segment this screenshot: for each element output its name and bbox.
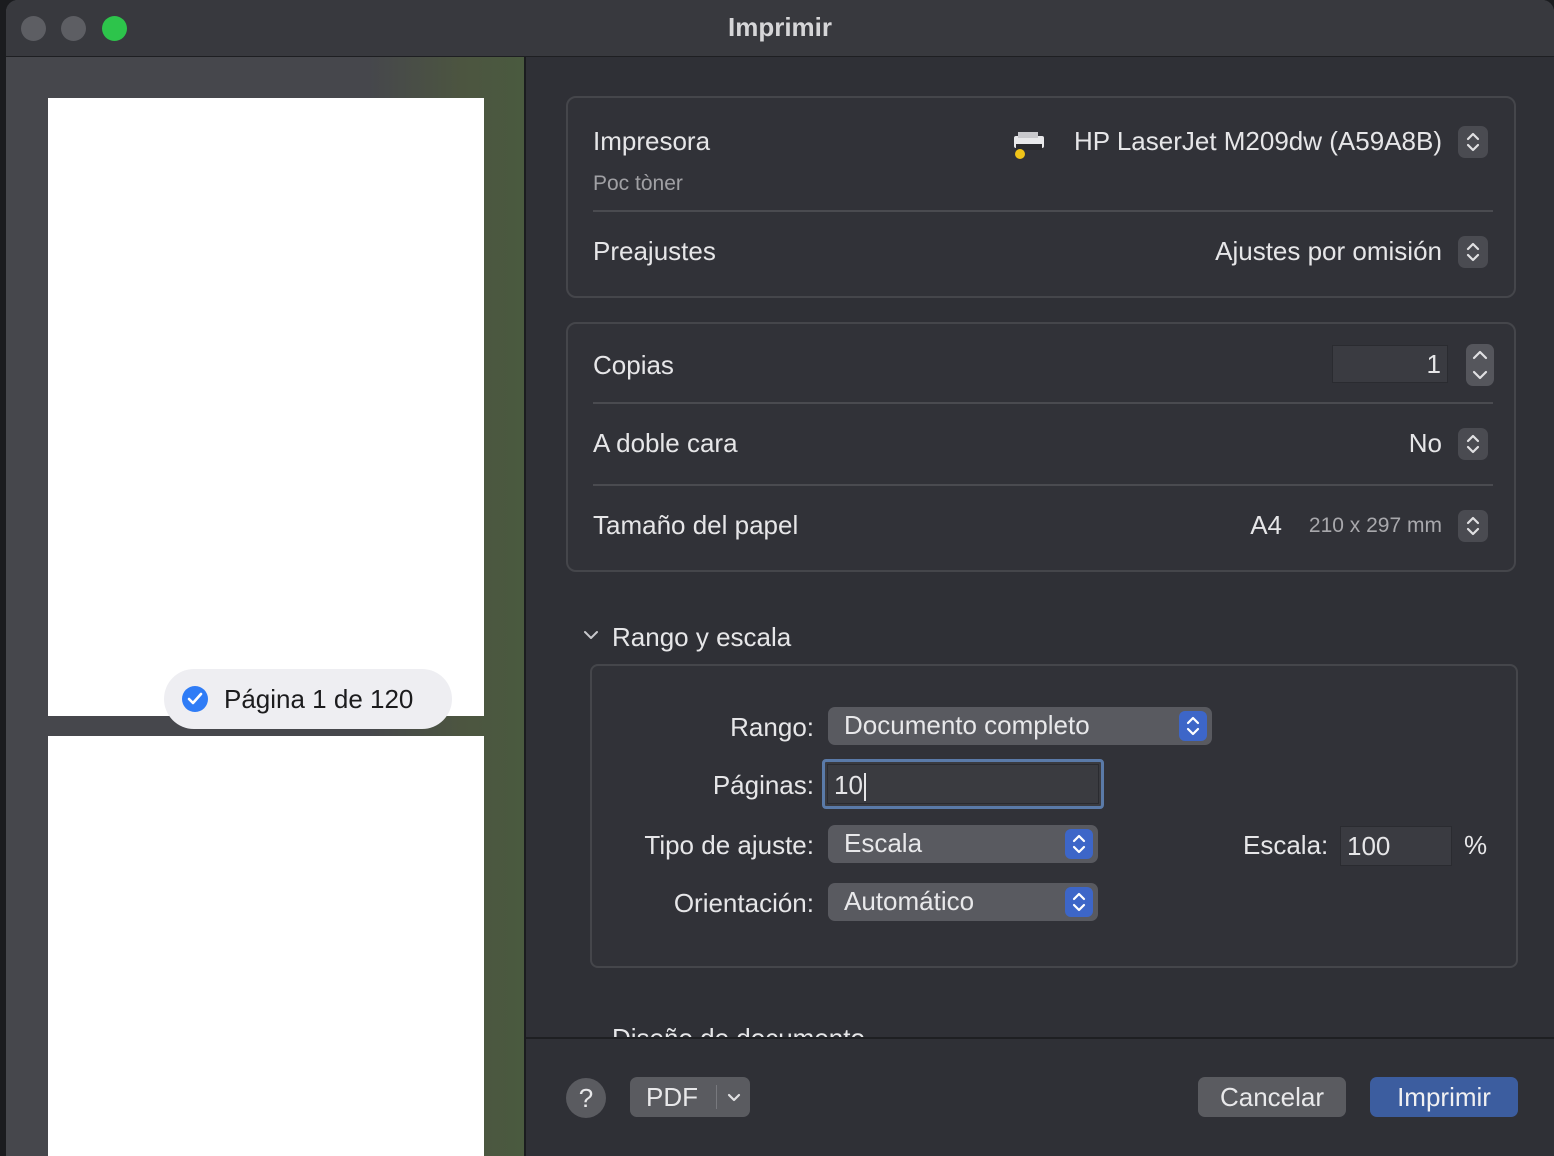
printer-value[interactable]: HP LaserJet M209dw (A59A8B) (1048, 126, 1442, 157)
printer-status: Poc tòner (593, 172, 683, 195)
printer-icon (1012, 130, 1046, 160)
pages-label: Páginas: (712, 770, 814, 800)
printer-label: Impresora (593, 126, 711, 156)
orientation-popup-arrows-icon[interactable] (1065, 887, 1093, 917)
paper-popup-arrows-icon[interactable] (1458, 510, 1488, 542)
scale-percent-unit: % (1464, 830, 1488, 860)
text-cursor (863, 773, 866, 802)
preview-page-2[interactable] (48, 736, 484, 1156)
range-popup-value: Documento completo (844, 710, 1090, 740)
duplex-label: A doble cara (593, 428, 738, 458)
divider (593, 210, 1493, 212)
scale-input[interactable]: 100 (1340, 826, 1452, 866)
help-button[interactable]: ? (566, 1078, 606, 1118)
scale-label: Escala: (1243, 830, 1329, 860)
fit-type-popup[interactable]: Escala (828, 825, 1098, 863)
pdf-button-label: PDF (646, 1082, 698, 1112)
dialog-footer: ? PDF Cancelar Imprimir (526, 1037, 1554, 1156)
printer-card: Impresora Poc tòner HP LaserJet M209dw (… (566, 96, 1516, 298)
printer-popup-arrows-icon[interactable] (1458, 126, 1488, 158)
copies-label: Copias (593, 350, 674, 380)
cancel-button[interactable]: Cancelar (1198, 1077, 1346, 1117)
orientation-popup[interactable]: Automático (828, 883, 1098, 921)
preview-page-1[interactable]: Página 1 de 120 (48, 98, 484, 729)
copies-increment-icon[interactable] (1466, 344, 1494, 365)
paper-size-label: Tamaño del papel (593, 510, 799, 540)
fit-type-popup-arrows-icon[interactable] (1065, 829, 1093, 859)
pdf-menu-button[interactable]: PDF (630, 1077, 750, 1117)
presets-popup-arrows-icon[interactable] (1458, 236, 1488, 268)
range-popup[interactable]: Documento completo (828, 707, 1212, 745)
copies-stepper[interactable] (1466, 344, 1494, 386)
print-preview-pane[interactable]: Página 1 de 120 (6, 57, 526, 1156)
print-dialog-window: Imprimir Página 1 de 120 Impresora Poc t… (6, 0, 1554, 1156)
paper-size-value[interactable]: A4 (1228, 510, 1282, 541)
duplex-popup-arrows-icon[interactable] (1458, 428, 1488, 460)
divider (593, 484, 1493, 486)
copies-decrement-icon[interactable] (1466, 365, 1494, 386)
copies-input[interactable]: 1 (1332, 345, 1448, 383)
window-title: Imprimir (727, 12, 833, 42)
presets-value[interactable]: Ajustes por omisión (1048, 236, 1442, 267)
pages-input-field[interactable]: 10 (827, 764, 1099, 804)
orientation-label: Orientación: (673, 888, 814, 918)
range-section-toggle[interactable]: Rango y escala (612, 622, 791, 653)
options-card: Copias 1 A doble cara No Tamaño del pape… (566, 322, 1516, 572)
divider (593, 402, 1493, 404)
chevron-down-icon[interactable] (582, 628, 600, 647)
paper-dimensions: 210 x 297 mm (1308, 514, 1442, 537)
page-count-label: Página 1 de 120 (224, 684, 414, 714)
titlebar: Imprimir (6, 0, 1554, 57)
checkmark-icon[interactable] (182, 686, 208, 712)
pages-input[interactable]: 10 (822, 759, 1104, 809)
range-scale-card: Rango: Documento completo Páginas: 10 Ti… (590, 664, 1518, 968)
fit-type-popup-value: Escala (844, 828, 923, 858)
settings-pane: Impresora Poc tòner HP LaserJet M209dw (… (526, 57, 1554, 1053)
fit-type-label: Tipo de ajuste: (644, 830, 814, 860)
pages-input-value: 10 (834, 770, 863, 800)
print-button[interactable]: Imprimir (1370, 1077, 1518, 1117)
duplex-value[interactable]: No (1248, 428, 1442, 459)
page-select-badge[interactable]: Página 1 de 120 (164, 669, 452, 729)
divider (716, 1085, 717, 1109)
chevron-down-icon[interactable] (724, 1087, 744, 1107)
range-label: Rango: (730, 712, 814, 742)
orientation-popup-value: Automático (844, 886, 975, 916)
presets-label: Preajustes (593, 236, 716, 266)
range-popup-arrows-icon[interactable] (1179, 711, 1207, 741)
